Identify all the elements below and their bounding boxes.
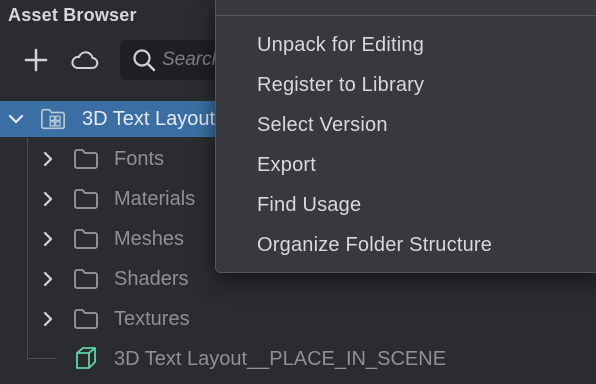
search-field[interactable] <box>120 40 230 80</box>
menu-item-label: Find Usage <box>257 193 362 216</box>
tree-item-label: 3D Text Layout__PLACE_IN_SCENE <box>114 348 447 370</box>
asset-browser-panel: Asset Browser Search 3D Text Layout Font… <box>0 0 596 384</box>
chevron-right-icon[interactable] <box>40 151 56 167</box>
panel-title: Asset Browser <box>8 5 137 25</box>
menu-item-select-version[interactable]: Select Version <box>216 107 596 143</box>
tree-item-label: Materials <box>114 188 196 210</box>
menu-separator <box>216 15 596 16</box>
tree-item-label: Fonts <box>114 148 165 170</box>
chevron-right-icon[interactable] <box>40 271 56 287</box>
menu-item-label: Export <box>257 153 317 176</box>
chevron-right-icon[interactable] <box>40 191 56 207</box>
chevron-down-icon[interactable] <box>8 111 24 127</box>
menu-item-export[interactable]: Export <box>216 147 596 183</box>
tree-row-prefab[interactable]: 3D Text Layout__PLACE_IN_SCENE <box>0 341 596 377</box>
plus-icon <box>24 48 48 72</box>
menu-item-register-to-library[interactable]: Register to Library <box>216 67 596 103</box>
folder-icon <box>73 148 99 170</box>
cloud-icon <box>71 51 99 69</box>
tree-item-label: Textures <box>114 308 190 330</box>
folder-icon <box>73 308 99 330</box>
folder-icon <box>73 188 99 210</box>
tree-item-label: Shaders <box>114 268 189 290</box>
context-menu: Unpack for Editing Register to Library S… <box>215 0 596 273</box>
folder-icon <box>73 228 99 250</box>
tree-root-label: 3D Text Layout <box>82 108 216 130</box>
search-icon <box>132 47 156 73</box>
menu-item-label: Unpack for Editing <box>257 33 425 56</box>
menu-item-find-usage[interactable]: Find Usage <box>216 187 596 223</box>
chevron-right-icon[interactable] <box>40 231 56 247</box>
menu-item-label: Select Version <box>257 113 388 136</box>
add-asset-button[interactable] <box>20 44 52 76</box>
menu-item-label: Register to Library <box>257 73 425 96</box>
package-folder-icon <box>40 108 66 130</box>
menu-item-label: Organize Folder Structure <box>257 233 493 256</box>
tree-row-root[interactable]: 3D Text Layout <box>0 101 240 137</box>
menu-item-unpack-for-editing[interactable]: Unpack for Editing <box>216 27 596 63</box>
chevron-right-icon[interactable] <box>40 311 56 327</box>
asset-library-button[interactable] <box>66 44 102 76</box>
tree-row-textures[interactable]: Textures <box>0 301 596 337</box>
folder-icon <box>73 268 99 290</box>
tree-item-label: Meshes <box>114 228 185 250</box>
menu-item-organize-folder-structure[interactable]: Organize Folder Structure <box>216 227 596 263</box>
prefab-cube-icon <box>73 347 99 369</box>
